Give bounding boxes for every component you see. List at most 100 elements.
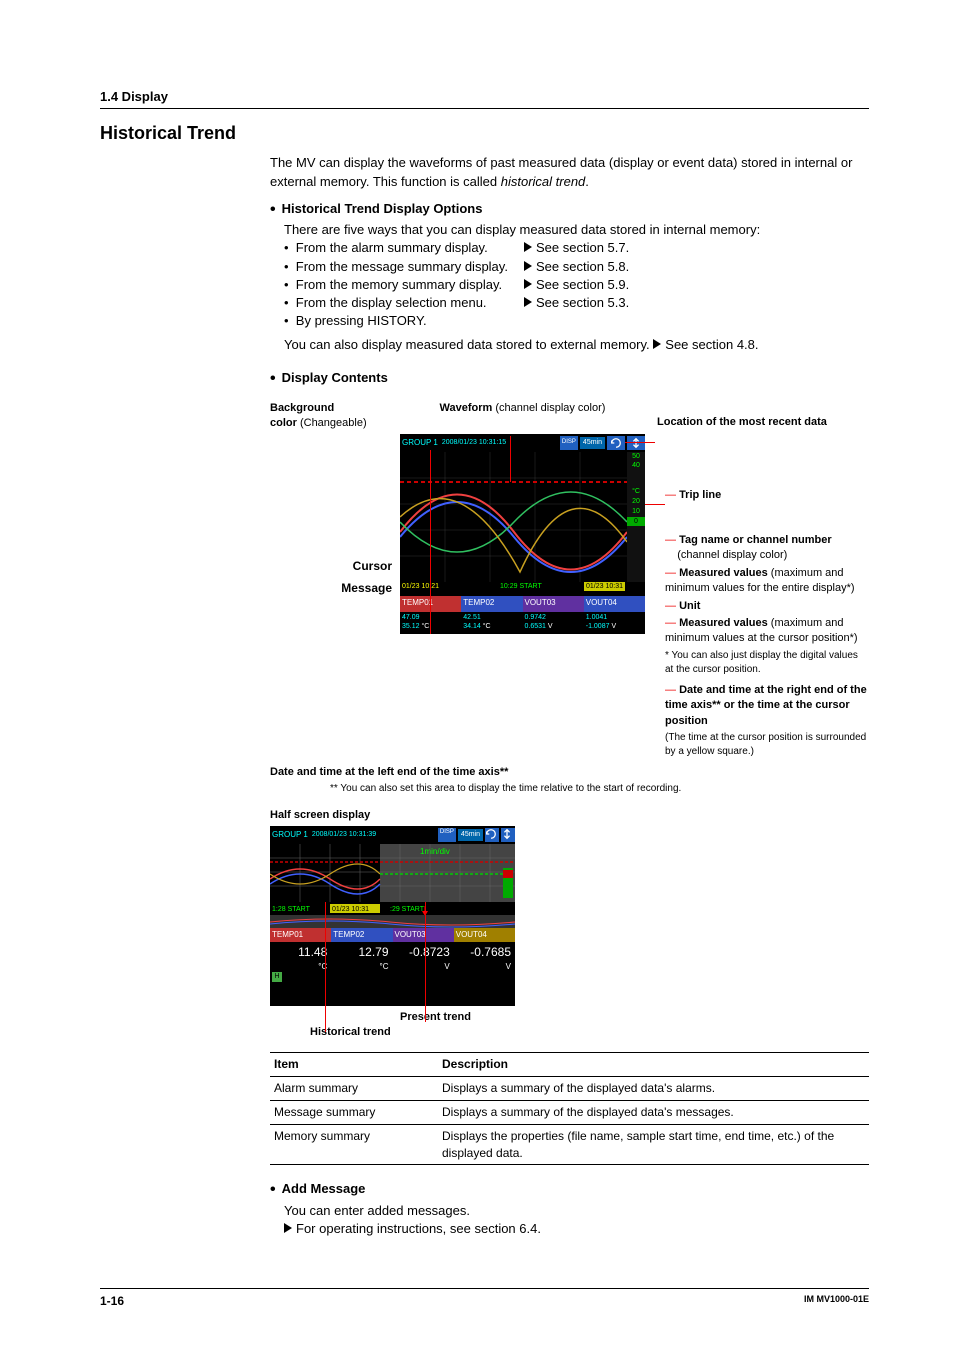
contents-heading: Display Contents bbox=[270, 368, 869, 390]
triangle-icon bbox=[284, 1223, 292, 1233]
s1-rate: 45min bbox=[580, 437, 605, 449]
s2-rate: 45min bbox=[458, 829, 483, 841]
s1-ch4: VOUT04 bbox=[584, 596, 645, 612]
triangle-icon bbox=[524, 279, 532, 289]
external-text: You can also display measured data store… bbox=[284, 337, 650, 352]
s2-v3: -0.8723V bbox=[393, 942, 454, 970]
s1-val2: 42.5134.14 °C bbox=[461, 612, 522, 634]
waveform-label: Waveform bbox=[440, 402, 493, 414]
table-row: Memory summary Displays the properties (… bbox=[270, 1124, 869, 1165]
date-right-note: (The time at the cursor position is surr… bbox=[657, 731, 869, 759]
intro-period: . bbox=[585, 174, 589, 189]
opt2-text: From the message summary display. bbox=[296, 259, 508, 274]
options-heading: Historical Trend Display Options bbox=[270, 199, 869, 221]
opt3-ref: See section 5.9. bbox=[536, 277, 629, 292]
meas-star-note: * You can also just display the digital … bbox=[657, 649, 869, 677]
summary-table: Item Description Alarm summary Displays … bbox=[270, 1052, 869, 1165]
opt3-text: From the memory summary display. bbox=[296, 277, 502, 292]
disp-icon: DISP bbox=[560, 436, 578, 450]
opt5-text: By pressing HISTORY. bbox=[296, 313, 427, 328]
s2-ch3: VOUT03 bbox=[393, 928, 454, 942]
option-item-4: • From the display selection menu. See s… bbox=[284, 294, 869, 312]
cursor-label: Cursor bbox=[353, 559, 392, 573]
section-header: 1.4 Display bbox=[100, 88, 869, 109]
s2-ch1: TEMP01 bbox=[270, 928, 331, 942]
historical-trend-label: Historical trend bbox=[310, 1025, 869, 1040]
external-ref: See section 4.8. bbox=[665, 337, 758, 352]
historical-trend-screenshot: GROUP 1 2008/01/23 10:31:15 DISP 45min bbox=[400, 434, 645, 634]
page-number: 1-16 bbox=[100, 1293, 124, 1310]
meas-cursor-label: — Measured values (maximum and minimum v… bbox=[657, 616, 869, 647]
s1-ch3: VOUT03 bbox=[523, 596, 584, 612]
s2-v4: -0.7685V bbox=[454, 942, 515, 970]
half-title: Half screen display bbox=[270, 808, 869, 823]
s2-v1: 11.48°C bbox=[270, 942, 331, 970]
triangle-icon bbox=[524, 242, 532, 252]
return-icon bbox=[485, 828, 499, 842]
s1-group: GROUP 1 bbox=[402, 437, 438, 448]
intro-text: The MV can display the waveforms of past… bbox=[270, 154, 869, 190]
page-footer: 1-16 IM MV1000-01E bbox=[100, 1288, 869, 1310]
s1-scale-20: 20 bbox=[627, 497, 645, 507]
opt4-text: From the display selection menu. bbox=[296, 295, 487, 310]
svg-text:01/23 10:31: 01/23 10:31 bbox=[332, 906, 369, 913]
s2-ch4: VOUT04 bbox=[454, 928, 515, 942]
s1-scale-0: 0 bbox=[627, 517, 645, 527]
add-message-ref: For operating instructions, see section … bbox=[284, 1220, 869, 1238]
table-row: Alarm summary Displays a summary of the … bbox=[270, 1077, 869, 1101]
trip-line-label: — Trip line bbox=[657, 488, 869, 503]
s1-val3: 0.97420.6531 V bbox=[523, 612, 584, 634]
meas-disp-label: — Measured values (maximum and minimum v… bbox=[657, 566, 869, 597]
color-label: color bbox=[270, 417, 297, 429]
add-message-heading: Add Message bbox=[270, 1179, 869, 1201]
unit-label: — Unit bbox=[657, 599, 869, 614]
s2-ch2: TEMP02 bbox=[331, 928, 392, 942]
s1-val4: 1.0041-1.0087 V bbox=[584, 612, 645, 634]
message-label: Message bbox=[341, 581, 392, 595]
s2-v2: 12.79°C bbox=[331, 942, 392, 970]
opt2-ref: See section 5.8. bbox=[536, 259, 629, 274]
s2-div: 1min/div bbox=[420, 847, 450, 856]
changeable: (Changeable) bbox=[297, 417, 367, 429]
opt4-ref: See section 5.3. bbox=[536, 295, 629, 310]
doc-id: IM MV1000-01E bbox=[804, 1293, 869, 1310]
s1-scale-40: 40 bbox=[627, 461, 645, 471]
triangle-icon bbox=[653, 339, 661, 349]
date-right-label: — Date and time at the right end of the … bbox=[657, 683, 869, 729]
intro-em: historical trend bbox=[501, 174, 586, 189]
s1-msg: 10:29 START bbox=[500, 582, 542, 592]
s2-group: GROUP 1 bbox=[272, 829, 308, 840]
expand-icon bbox=[501, 828, 515, 842]
option-item-2: • From the message summary display. See … bbox=[284, 258, 869, 276]
waveform-note: (channel display color) bbox=[492, 402, 605, 414]
triangle-icon bbox=[524, 297, 532, 307]
options-lead: There are five ways that you can display… bbox=[284, 221, 869, 239]
location-label: Location of the most recent data bbox=[657, 416, 827, 428]
s1-scale-50: 50 bbox=[627, 452, 645, 462]
disp-icon: DISP bbox=[438, 828, 456, 842]
cell-desc: Displays a summary of the displayed data… bbox=[438, 1101, 869, 1125]
opt1-ref: See section 5.7. bbox=[536, 240, 629, 255]
half-screen-screenshot: GROUP 1 2008/01/23 10:31:39 DISP 45min 1… bbox=[270, 826, 515, 1006]
s1-left-time: 01/23 10:21 bbox=[402, 582, 439, 592]
tag-label: — Tag name or channel number (channel di… bbox=[657, 533, 869, 564]
s1-scale-c: °C bbox=[627, 487, 645, 497]
triangle-icon bbox=[524, 261, 532, 271]
s2-datetime: 2008/01/23 10:31:39 bbox=[312, 830, 376, 840]
cell-item: Message summary bbox=[270, 1101, 438, 1125]
svg-text::29 START: :29 START bbox=[390, 906, 425, 913]
add-message-line: You can enter added messages. bbox=[284, 1202, 869, 1220]
option-item-5: • By pressing HISTORY. bbox=[284, 312, 869, 330]
external-note: You can also display measured data store… bbox=[284, 336, 869, 354]
s1-right-time: 01/23 10:31 bbox=[584, 582, 625, 592]
date-left-label: Date and time at the left end of the tim… bbox=[270, 766, 508, 778]
expand-icon bbox=[627, 436, 645, 450]
cell-item: Alarm summary bbox=[270, 1077, 438, 1101]
double-star-note: ** You can also set this area to display… bbox=[330, 782, 869, 796]
s1-datetime: 2008/01/23 10:31:15 bbox=[442, 438, 506, 448]
cell-item: Memory summary bbox=[270, 1124, 438, 1165]
th-desc: Description bbox=[438, 1053, 869, 1077]
page-title: Historical Trend bbox=[100, 121, 869, 146]
bg-label: Background bbox=[270, 402, 334, 414]
cell-desc: Displays the properties (file name, samp… bbox=[438, 1124, 869, 1165]
